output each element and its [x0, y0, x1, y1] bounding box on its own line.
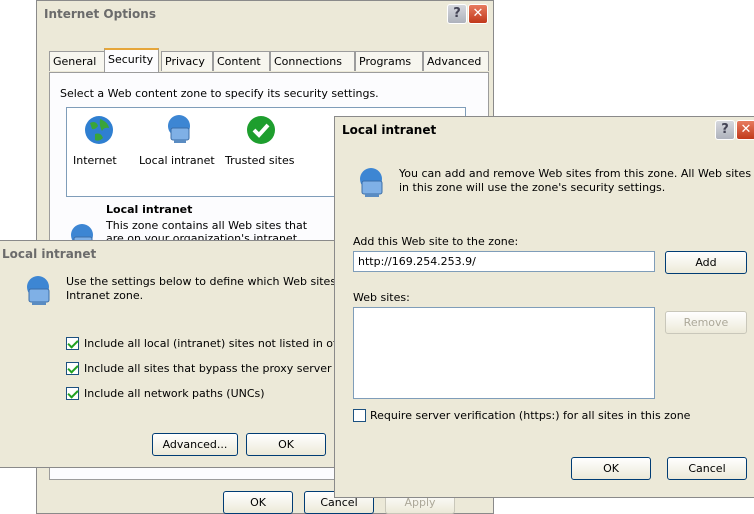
- zone-local-intranet[interactable]: Local intranet: [139, 114, 219, 174]
- zone-internet[interactable]: Internet: [67, 114, 131, 174]
- tab-programs[interactable]: Programs: [355, 51, 423, 71]
- include-network-paths-label: Include all network paths (UNCs): [84, 387, 265, 400]
- title-bar: Internet Options ? ✕: [37, 1, 493, 27]
- info-text: You can add and remove Web sites from th…: [399, 167, 752, 194]
- tab-content[interactable]: Content: [213, 51, 270, 71]
- description-text: Use the settings below to define which W…: [66, 275, 351, 302]
- tab-security[interactable]: Security: [104, 48, 159, 72]
- checkmark-icon: [247, 116, 275, 144]
- tab-connections[interactable]: Connections: [270, 51, 355, 71]
- include-network-paths-checkbox[interactable]: [66, 387, 79, 400]
- include-local-sites-label: Include all local (intranet) sites not l…: [84, 337, 351, 350]
- help-icon[interactable]: ?: [715, 120, 735, 140]
- help-icon[interactable]: ?: [447, 4, 467, 24]
- require-https-label: Require server verification (https:) for…: [370, 409, 691, 422]
- computer-globe-icon: [168, 115, 190, 143]
- ok-button[interactable]: OK: [223, 491, 293, 514]
- local-intranet-sites-window: Local intranet ? ✕ You can add and remov…: [334, 116, 754, 498]
- zone-trusted-sites[interactable]: Trusted sites: [223, 114, 299, 174]
- title-bar: Local intranet ? ✕: [335, 117, 754, 143]
- tab-strip: General Security Privacy Content Connect…: [49, 48, 489, 73]
- zone-label: Internet: [73, 154, 117, 167]
- close-icon[interactable]: ✕: [468, 4, 488, 24]
- tab-privacy[interactable]: Privacy: [161, 51, 213, 71]
- window-title: Local intranet: [342, 123, 437, 137]
- include-local-sites-checkbox[interactable]: [66, 337, 79, 350]
- selected-zone-title: Local intranet: [106, 203, 193, 216]
- zone-label: Local intranet: [139, 154, 215, 167]
- include-bypass-proxy-label: Include all sites that bypass the proxy …: [84, 362, 332, 375]
- zone-label: Trusted sites: [225, 154, 295, 167]
- local-intranet-settings-window: Local intranet Use the settings below to…: [0, 240, 352, 468]
- window-title: Internet Options: [44, 7, 156, 21]
- close-icon[interactable]: ✕: [736, 120, 754, 140]
- tab-advanced[interactable]: Advanced: [423, 51, 489, 71]
- cancel-button[interactable]: Cancel: [667, 457, 747, 480]
- require-https-checkbox[interactable]: [353, 409, 366, 422]
- websites-label: Web sites:: [353, 291, 410, 304]
- computer-globe-icon: [360, 168, 383, 197]
- add-site-label: Add this Web site to the zone:: [353, 235, 519, 248]
- ok-button[interactable]: OK: [246, 433, 326, 456]
- include-bypass-proxy-checkbox[interactable]: [66, 362, 79, 375]
- url-input[interactable]: http://169.254.253.9/: [353, 251, 655, 272]
- zone-prompt: Select a Web content zone to specify its…: [60, 87, 379, 100]
- ok-button[interactable]: OK: [571, 457, 651, 480]
- title-bar: Local intranet: [0, 241, 351, 267]
- remove-button[interactable]: Remove: [665, 311, 747, 334]
- window-title: Local intranet: [2, 247, 97, 261]
- computer-globe-icon: [27, 276, 50, 305]
- globe-icon: [85, 116, 113, 144]
- tab-general[interactable]: General: [49, 51, 105, 71]
- advanced-button[interactable]: Advanced...: [152, 433, 238, 456]
- websites-list[interactable]: [353, 307, 655, 399]
- add-button[interactable]: Add: [665, 251, 747, 274]
